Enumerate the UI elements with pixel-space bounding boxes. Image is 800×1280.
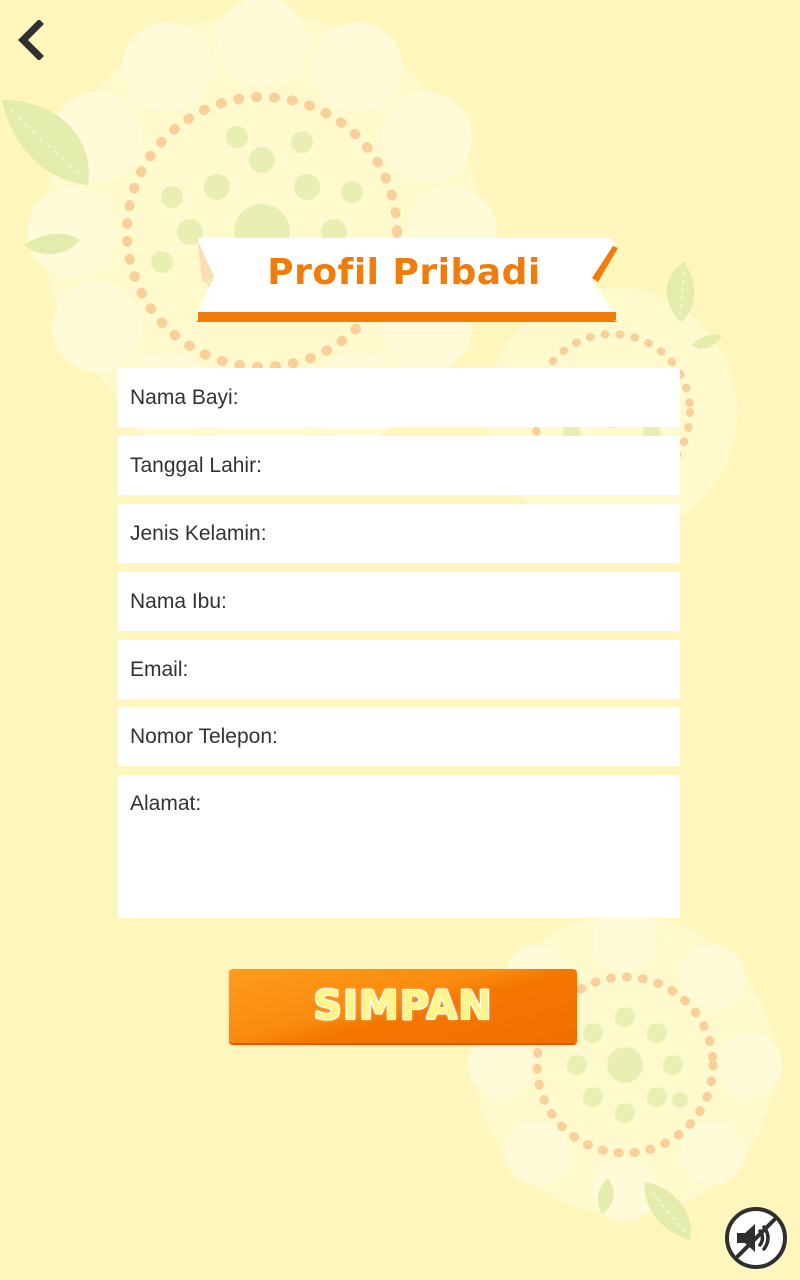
baby-name-field[interactable]: Nama Bayi:: [118, 368, 680, 427]
email-label: Email:: [130, 657, 189, 681]
birth-date-label: Tanggal Lahir:: [130, 453, 262, 477]
gender-field[interactable]: Jenis Kelamin:: [118, 504, 680, 563]
title-banner: Profil Pribadi: [188, 234, 620, 324]
email-field[interactable]: Email:: [118, 640, 680, 699]
gender-label: Jenis Kelamin:: [130, 521, 267, 545]
flower-decoration: [468, 908, 782, 1222]
back-button[interactable]: [8, 14, 52, 66]
mother-name-label: Nama Ibu:: [130, 589, 227, 613]
sound-toggle-button[interactable]: [724, 1206, 788, 1270]
baby-name-label: Nama Bayi:: [130, 385, 239, 409]
phone-label: Nomor Telepon:: [130, 724, 278, 748]
address-field[interactable]: Alamat:: [118, 775, 680, 918]
phone-field[interactable]: Nomor Telepon:: [118, 707, 680, 766]
birth-date-field[interactable]: Tanggal Lahir:: [118, 436, 680, 495]
sound-muted-icon: [725, 1207, 787, 1269]
page-title: Profil Pribadi: [267, 252, 541, 293]
save-button[interactable]: SIMPAN: [229, 969, 577, 1043]
mother-name-field[interactable]: Nama Ibu:: [118, 572, 680, 631]
chevron-left-icon: [18, 20, 44, 60]
save-button-label: SIMPAN: [313, 983, 493, 1029]
address-label: Alamat:: [130, 792, 202, 815]
